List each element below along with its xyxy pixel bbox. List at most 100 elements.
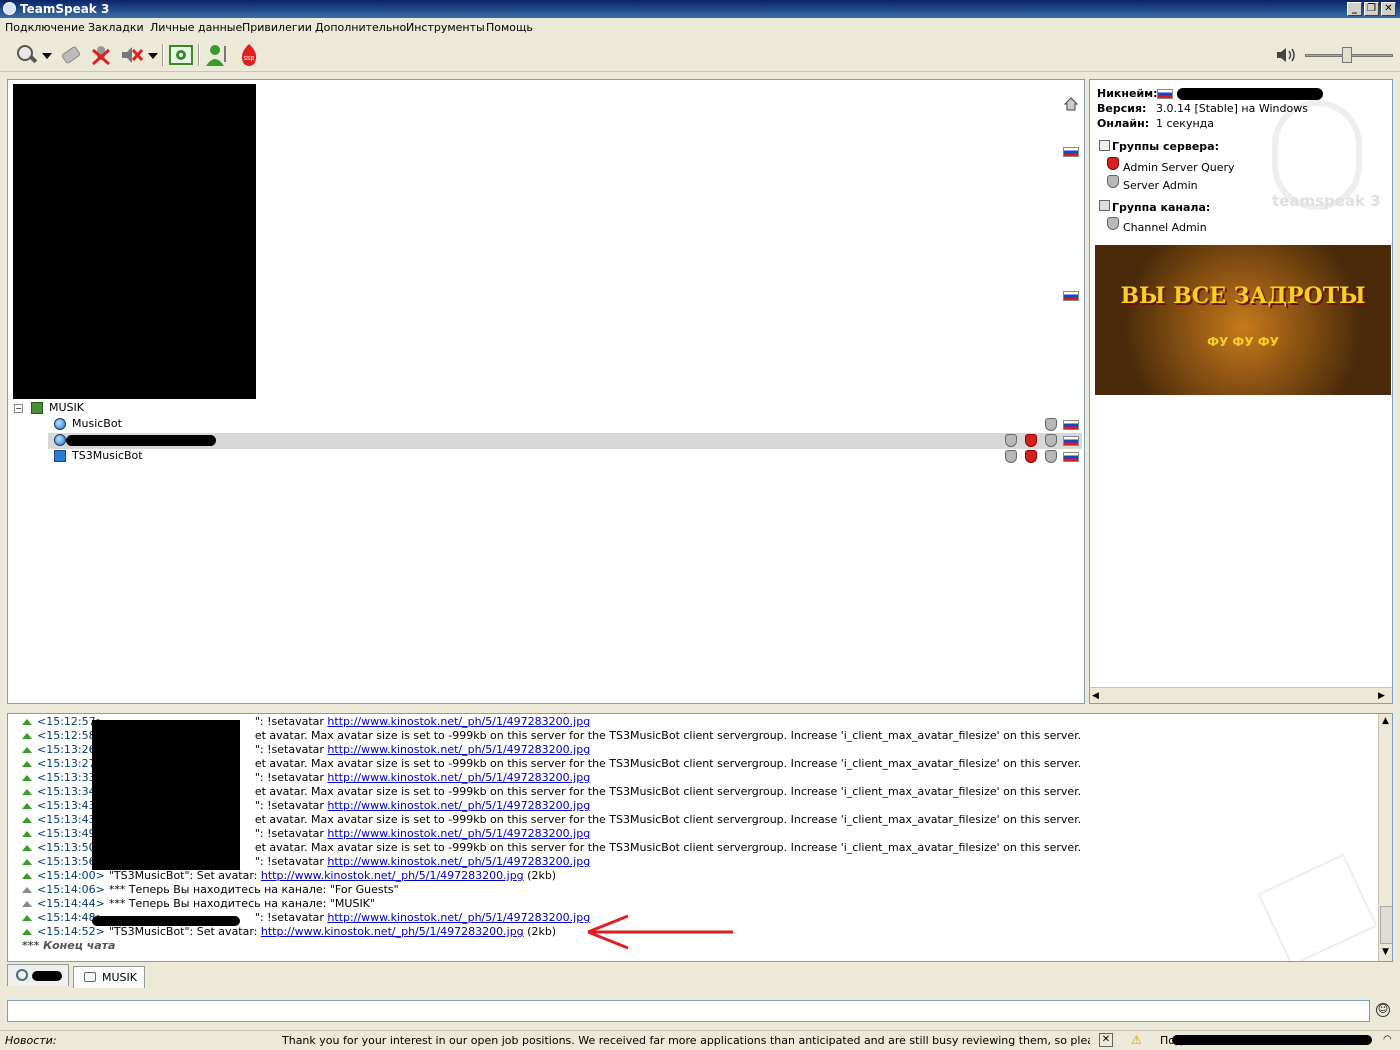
chat-text: ": !setavatar <box>254 743 328 756</box>
chat-line: <15:14:00> "TS3MusicBot": Set avatar: htt… <box>22 869 556 883</box>
home-icon <box>1064 97 1078 111</box>
banner-subtitle: ФУ ФУ ФУ <box>1207 335 1279 349</box>
online-value: 1 секунда <box>1156 117 1215 130</box>
connection-icon: ◠ <box>1383 1034 1392 1045</box>
chat-text: ": !setavatar <box>254 771 328 784</box>
chat-suffix: (2kb) <box>523 869 557 882</box>
chat-link[interactable]: http://www.kinostok.net/_ph/5/1/49728320… <box>327 743 590 756</box>
client-status-icon <box>54 418 66 430</box>
close-news-icon[interactable]: ✕ <box>1099 1033 1113 1047</box>
message-arrow-icon <box>22 803 32 809</box>
restore-button[interactable]: ❐ <box>1364 2 1379 16</box>
scroll-left-icon[interactable]: ◀ <box>1092 691 1099 701</box>
channel-group-item: Channel Admin <box>1123 221 1207 234</box>
tab-label: MUSIK <box>102 971 137 984</box>
identity-icon[interactable] <box>204 42 230 68</box>
client-ts3musicbot[interactable]: TS3MusicBot <box>54 449 454 465</box>
channel-admin-icon <box>1045 434 1057 447</box>
news-label: Новости: <box>5 1034 57 1047</box>
server-tree-panel[interactable]: − MUSIK MusicBot TS3MusicBot <box>7 79 1085 704</box>
chat-text: ": !setavatar <box>254 799 328 812</box>
tab-server[interactable] <box>7 964 69 986</box>
connect-icon[interactable] <box>14 42 40 68</box>
chevron-down-icon[interactable] <box>42 53 52 59</box>
scroll-thumb[interactable] <box>1380 906 1392 944</box>
redacted-server-name <box>32 971 62 981</box>
chat-text: "TS3MusicBot": Set avatar: <box>108 869 261 882</box>
menu-connection[interactable]: Подключение <box>5 21 85 34</box>
menu-permissions[interactable]: Привилегии <box>242 21 312 34</box>
flag-ru-icon <box>1063 147 1079 157</box>
chat-link[interactable]: http://www.kinostok.net/_ph/5/1/49728320… <box>261 869 524 882</box>
flag-ru-icon <box>1063 452 1079 462</box>
message-arrow-icon <box>22 873 32 879</box>
chat-link[interactable]: http://www.kinostok.net/_ph/5/1/49728320… <box>327 715 590 728</box>
channel-group-label: Группа канала: <box>1112 201 1211 214</box>
chat-link[interactable]: http://www.kinostok.net/_ph/5/1/49728320… <box>327 855 590 868</box>
mute-speakers-icon[interactable] <box>118 42 144 68</box>
message-arrow-icon <box>22 831 32 837</box>
window-title: TeamSpeak 3 <box>20 2 110 16</box>
client-name: MusicBot <box>72 417 122 430</box>
client-name: TS3MusicBot <box>72 449 143 462</box>
minimize-button[interactable]: _ <box>1347 2 1362 16</box>
tab-channel-musik[interactable]: MUSIK <box>73 966 145 988</box>
chat-vertical-scrollbar[interactable]: ▲ ▼ <box>1378 714 1392 961</box>
chat-text: ": !setavatar <box>254 715 328 728</box>
chat-text: et avatar. Max avatar size is set to -99… <box>254 813 1082 826</box>
warning-icon[interactable]: ⚠ <box>1131 1033 1142 1047</box>
version-label: Версия: <box>1097 102 1147 115</box>
message-arrow-icon <box>22 915 32 921</box>
menu-advanced[interactable]: Дополнительно <box>315 21 406 34</box>
banner-title: ВЫ ВСЕ ЗАДРОТЫ <box>1120 283 1366 309</box>
close-window-button[interactable]: ✕ <box>1381 2 1396 16</box>
server-group-icon <box>1045 418 1057 431</box>
menu-help[interactable]: Помощь <box>486 21 533 34</box>
channel-admin-icon <box>1107 217 1119 230</box>
chat-link[interactable]: http://www.kinostok.net/_ph/5/1/49728320… <box>327 911 590 924</box>
tsn-icon[interactable]: ssp <box>236 42 262 68</box>
message-arrow-icon <box>22 761 32 767</box>
message-arrow-icon <box>22 929 32 935</box>
chat-text: et avatar. Max avatar size is set to -99… <box>254 757 1082 770</box>
chat-link[interactable]: http://www.kinostok.net/_ph/5/1/49728320… <box>327 771 590 784</box>
chat-input[interactable] <box>7 1000 1370 1022</box>
server-groups-icon <box>1099 140 1110 151</box>
chat-text: *** Теперь Вы находитесь на канале: "MUS… <box>108 897 375 910</box>
flag-ru-icon <box>1063 436 1079 446</box>
mute-microphone-icon[interactable] <box>88 42 114 68</box>
chat-log-panel[interactable]: <15:12:57> ": !setavatar http://www.kinos… <box>7 713 1393 962</box>
toolbar-separator <box>162 44 164 66</box>
chat-timestamp: <15:14:52> <box>37 925 105 938</box>
toolbar-separator <box>198 44 200 66</box>
chevron-down-icon[interactable] <box>148 53 158 59</box>
chat-text: *** Теперь Вы находитесь на канале: "For… <box>108 883 399 896</box>
menu-bookmarks[interactable]: Закладки <box>88 21 144 34</box>
chat-link[interactable]: http://www.kinostok.net/_ph/5/1/49728320… <box>327 799 590 812</box>
away-icon[interactable] <box>58 42 84 68</box>
channel-musik[interactable]: − MUSIK <box>14 401 414 417</box>
flag-ru-icon <box>1063 420 1079 430</box>
client-musicbot[interactable]: MusicBot <box>54 417 454 433</box>
channel-admin-icon <box>1045 450 1057 463</box>
emoticon-icon[interactable]: ☺ <box>1376 1003 1390 1017</box>
volume-slider-handle[interactable] <box>1342 47 1352 63</box>
scroll-down-icon[interactable]: ▼ <box>1382 947 1389 957</box>
client-status-icon <box>54 434 66 446</box>
teamspeak-logo-icon <box>3 2 16 15</box>
info-horizontal-scrollbar[interactable]: ◀ ▶ <box>1090 687 1392 703</box>
scroll-right-icon[interactable]: ▶ <box>1378 691 1385 701</box>
message-arrow-icon <box>22 733 32 739</box>
nickname-label: Никнейм: <box>1097 87 1158 100</box>
server-query-icon <box>1025 434 1037 447</box>
menu-self[interactable]: Личные данные <box>150 21 242 34</box>
admin-server-query-icon <box>1107 157 1119 170</box>
scroll-up-icon[interactable]: ▲ <box>1382 716 1389 726</box>
chat-link[interactable]: http://www.kinostok.net/_ph/5/1/49728320… <box>261 925 524 938</box>
volume-icon <box>1277 48 1295 62</box>
news-ticker: Thank you for your interest in our open … <box>282 1034 1090 1047</box>
menu-tools[interactable]: Инструменты <box>406 21 485 34</box>
channel-banner-image: ВЫ ВСЕ ЗАДРОТЫ ФУ ФУ ФУ <box>1095 245 1391 395</box>
chat-link[interactable]: http://www.kinostok.net/_ph/5/1/49728320… <box>327 827 590 840</box>
subscribe-icon[interactable] <box>168 42 194 68</box>
